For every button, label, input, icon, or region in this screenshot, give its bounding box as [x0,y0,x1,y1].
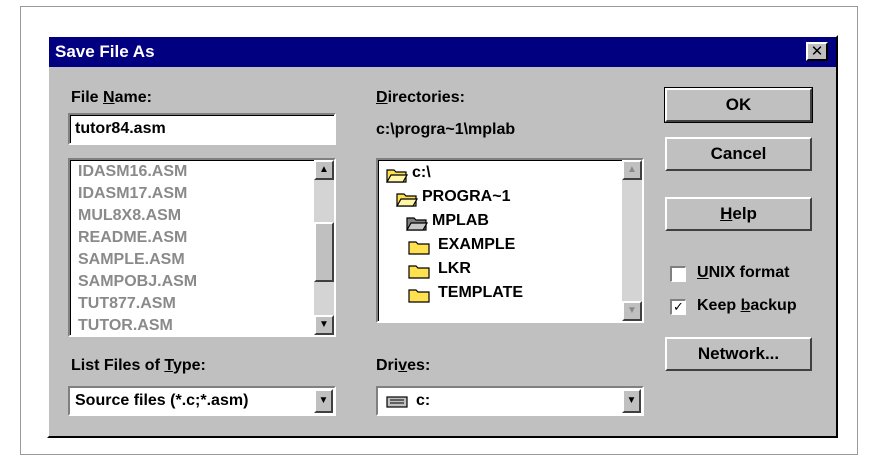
cancel-button[interactable]: Cancel [665,137,812,171]
dialog-title: Save File As [55,42,155,61]
folder-open-icon [396,193,418,207]
folder-icon [408,241,430,255]
drives-select[interactable]: c: ▼ [376,386,644,416]
file-list-scrollbar[interactable]: ▲ ▼ [314,160,334,335]
unix-format-checkbox[interactable] [670,266,686,282]
dropdown-arrow-icon[interactable]: ▼ [314,389,333,413]
directory-item[interactable]: PROGRA~1 [422,188,510,206]
file-type-select[interactable]: Source files (*.c;*.asm) ▼ [68,386,336,416]
folder-icon [408,289,430,303]
file-type-value: Source files (*.c;*.asm) [75,392,249,409]
drive-icon [386,396,408,408]
file-item[interactable]: TUT877.ASM [78,295,176,313]
file-item[interactable]: IDASM16.ASM [78,163,187,181]
file-list[interactable]: IDASM16.ASM IDASM17.ASM MUL8X8.ASM READM… [68,158,336,337]
close-icon: ✕ [810,43,824,60]
scroll-down-arrow-icon[interactable]: ▼ [314,315,334,335]
directory-item[interactable]: TEMPLATE [438,284,523,302]
directory-item[interactable]: LKR [438,260,471,278]
check-mark-icon: ✓ [673,299,684,314]
folder-open-icon [386,169,408,183]
file-name-value: tutor84.asm [75,120,166,137]
file-type-label: List Files of Type: [71,357,206,374]
unix-format-label: UNIX format [697,264,790,281]
dropdown-arrow-icon[interactable]: ▼ [622,389,641,413]
close-button[interactable]: ✕ [806,42,828,61]
file-name-input[interactable]: tutor84.asm [68,113,336,145]
network-button[interactable]: Network... [665,337,812,371]
drives-label: Drives: [376,357,431,374]
file-item[interactable]: MUL8X8.ASM [78,207,181,225]
file-item[interactable]: README.ASM [78,229,187,247]
directory-item[interactable]: EXAMPLE [438,236,515,254]
directory-item[interactable]: MPLAB [432,212,489,230]
keep-backup-checkbox[interactable]: ✓ [670,299,686,315]
folder-icon [408,265,430,279]
file-item[interactable]: TUTOR.ASM [78,317,173,335]
folder-open-icon [406,217,428,231]
ok-button[interactable]: OK [664,87,813,123]
scroll-up-arrow-icon[interactable]: ▲ [622,160,642,180]
directory-tree[interactable]: c:\ PROGRA~1 MPLAB EXAMPLE LKR TEMPLATE … [376,158,644,323]
directory-scrollbar[interactable]: ▲ ▼ [622,160,642,321]
drives-value: c: [416,392,431,409]
file-item[interactable]: SAMPLE.ASM [78,251,185,269]
scroll-up-arrow-icon[interactable]: ▲ [314,160,334,180]
file-item[interactable]: IDASM17.ASM [78,185,187,203]
current-path: c:\progra~1\mplab [376,121,516,138]
title-bar: Save File As ✕ [49,37,836,67]
scroll-down-arrow-icon[interactable]: ▼ [622,301,642,321]
directories-label: Directories: [376,89,465,106]
directory-item[interactable]: c:\ [412,164,431,182]
keep-backup-label: Keep backup [697,297,797,314]
save-file-dialog: Save File As ✕ File Name: tutor84.asm ID… [47,35,838,438]
scroll-thumb[interactable] [314,222,334,282]
file-item[interactable]: SAMPOBJ.ASM [78,273,197,291]
help-button[interactable]: Help [665,197,812,231]
file-name-label: File Name: [71,89,152,106]
